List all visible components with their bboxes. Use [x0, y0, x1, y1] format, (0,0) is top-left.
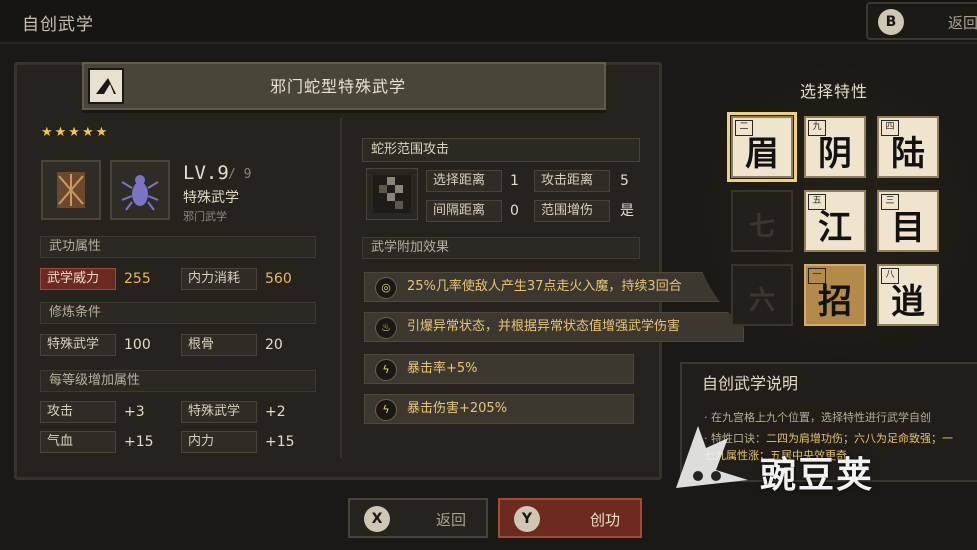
back-button-label: 返回	[436, 511, 467, 529]
range-boost-label: 范围增伤	[534, 200, 610, 222]
effect-item: ♨ 引爆异常状态，并根据异常状态值增强武学伤害	[364, 312, 744, 342]
skill-book-icon	[41, 160, 101, 220]
trait-tile[interactable]: 八 逍	[877, 264, 939, 326]
trait-char: 招	[818, 282, 852, 322]
skill-name: 邪门蛇型特殊武学	[270, 77, 407, 96]
trait-tile-disabled[interactable]: 六	[731, 264, 793, 326]
requirement-value: 100	[124, 337, 151, 353]
requirement-label: 根骨	[181, 334, 257, 356]
trait-tile[interactable]: 三 目	[877, 190, 939, 252]
power-value: 255	[124, 271, 151, 287]
effects-header: 武学附加效果	[362, 237, 640, 259]
top-bar	[0, 0, 977, 44]
insect-icon	[110, 160, 170, 220]
interval-label: 间隔距离	[426, 200, 502, 222]
back-button[interactable]: X 返回	[348, 498, 488, 538]
effect-item: ϟ 暴击伤害+205%	[364, 394, 634, 424]
trait-char: 六	[748, 286, 775, 316]
effect-text: 暴击伤害+205%	[407, 401, 508, 416]
trait-char: 陆	[891, 134, 925, 174]
effect-text: 暴击率+5%	[407, 361, 478, 376]
requirements-header: 修炼条件	[40, 302, 316, 324]
cost-value: 560	[265, 271, 292, 287]
interval-value: 0	[510, 203, 519, 219]
attributes-header: 武功属性	[40, 236, 316, 258]
select-distance-value: 1	[510, 173, 519, 189]
trait-char: 眉	[745, 134, 779, 174]
skill-level-max: / 9	[228, 167, 252, 182]
per-level-value: +15	[124, 434, 154, 450]
trait-char: 七	[748, 212, 775, 242]
requirement-label: 特殊武学	[40, 334, 116, 356]
skill-level: LV.9	[183, 162, 229, 184]
lightning-icon: ϟ	[375, 399, 397, 421]
attack-distance-label: 攻击距离	[534, 170, 610, 192]
trait-tile[interactable]: 二 眉	[727, 112, 797, 182]
attack-distance-value: 5	[620, 173, 629, 189]
trait-tile[interactable]: 九 阴	[804, 116, 866, 178]
trait-tile[interactable]: 四 陆	[877, 116, 939, 178]
watermark-text: 豌豆荚	[760, 455, 875, 496]
description-title: 自创武学说明	[702, 374, 799, 393]
per-level-value: +2	[265, 404, 286, 420]
effect-item: ϟ 暴击率+5%	[364, 354, 634, 384]
trait-tile-disabled[interactable]: 七	[731, 190, 793, 252]
power-label: 武学威力	[40, 268, 116, 290]
cost-label: 内力消耗	[181, 268, 257, 290]
fire-icon: ♨	[375, 317, 397, 339]
swirl-icon: ◎	[375, 277, 397, 299]
trait-char: 江	[818, 208, 852, 248]
per-level-label: 攻击	[40, 401, 116, 423]
per-level-label: 气血	[40, 431, 116, 453]
trait-char: 阴	[818, 134, 852, 174]
trait-tile[interactable]: 五 江	[804, 190, 866, 252]
lightning-icon: ϟ	[375, 359, 397, 381]
per-level-header: 每等级增加属性	[40, 370, 316, 392]
skill-subtype: 邪门武学	[183, 210, 227, 223]
per-level-value: +15	[265, 434, 295, 450]
traits-title: 选择特性	[800, 82, 869, 101]
y-key-icon: Y	[514, 506, 540, 532]
range-grid-icon	[366, 168, 418, 220]
create-button[interactable]: Y 创功	[498, 498, 642, 538]
trait-tile-active[interactable]: 一 招	[804, 264, 866, 326]
create-button-label: 创功	[590, 511, 621, 529]
per-level-label: 内力	[181, 431, 257, 453]
range-boost-value: 是	[620, 203, 634, 219]
rating-stars: ★★★★★	[41, 125, 110, 140]
requirement-value: 20	[265, 337, 283, 353]
b-key-icon: B	[878, 9, 904, 35]
range-title: 蛇形范围攻击	[362, 138, 640, 162]
skill-type-icon	[88, 68, 124, 104]
effect-text: 引爆异常状态，并根据异常状态值增强武学伤害	[407, 319, 681, 334]
effect-item: ◎ 25%几率使敌人产生37点走火入魔，持续3回合	[364, 272, 728, 302]
trait-char: 目	[891, 208, 925, 248]
trait-char: 逍	[891, 282, 925, 322]
page-title: 自创武学	[22, 15, 94, 35]
top-back-label: 返回	[948, 14, 977, 32]
top-back-button[interactable]: B 返回	[866, 2, 977, 40]
skill-type: 特殊武学	[183, 190, 239, 206]
per-level-label: 特殊武学	[181, 401, 257, 423]
x-key-icon: X	[364, 506, 390, 532]
effect-text: 25%几率使敌人产生37点走火入魔，持续3回合	[407, 279, 682, 294]
select-distance-label: 选择距离	[426, 170, 502, 192]
per-level-value: +3	[124, 404, 145, 420]
panel-divider	[340, 118, 342, 458]
